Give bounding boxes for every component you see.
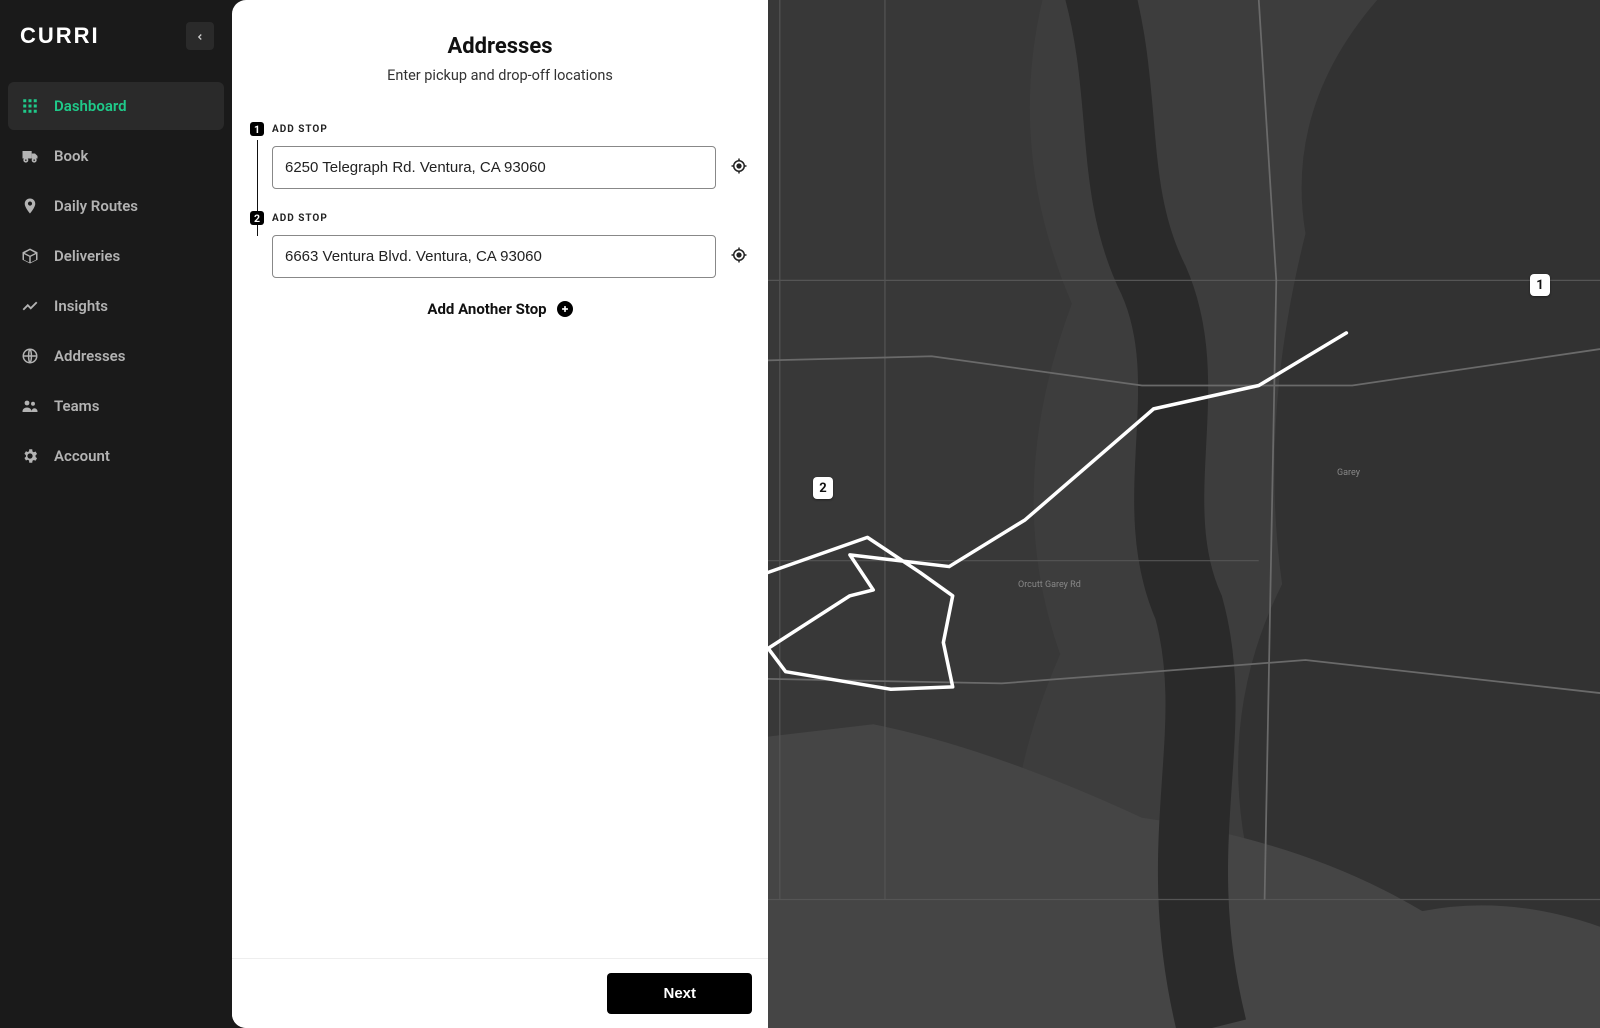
plus-circle-icon bbox=[557, 301, 573, 317]
package-icon bbox=[20, 246, 40, 266]
next-button[interactable]: Next bbox=[607, 973, 752, 1014]
sidebar-item-account[interactable]: Account bbox=[8, 432, 224, 480]
sidebar-item-insights[interactable]: Insights bbox=[8, 282, 224, 330]
chevron-left-icon bbox=[195, 27, 205, 46]
stop-2: 2 ADD STOP bbox=[250, 211, 750, 278]
main-content: Addresses Enter pickup and drop-off loca… bbox=[232, 0, 1600, 1028]
sidebar-item-teams[interactable]: Teams bbox=[8, 382, 224, 430]
map-street-label: Orcutt Garey Rd bbox=[1018, 580, 1081, 590]
sidebar-item-label: Addresses bbox=[54, 347, 125, 365]
stops-list: 1 ADD STOP 2 bbox=[232, 94, 768, 958]
stop-1: 1 ADD STOP bbox=[250, 122, 750, 189]
sidebar-item-label: Daily Routes bbox=[54, 197, 138, 215]
pin-icon bbox=[20, 196, 40, 216]
map-street-label: Garey bbox=[1337, 468, 1360, 478]
logo: CURRI bbox=[20, 23, 100, 49]
sidebar-item-label: Book bbox=[54, 147, 88, 165]
sidebar-item-deliveries[interactable]: Deliveries bbox=[8, 232, 224, 280]
people-icon bbox=[20, 396, 40, 416]
crosshair-icon bbox=[730, 246, 748, 268]
sidebar-nav: Dashboard Book Daily Routes Deliveries I bbox=[0, 82, 232, 480]
globe-icon bbox=[20, 346, 40, 366]
add-another-stop-button[interactable]: Add Another Stop bbox=[250, 300, 750, 318]
stop-2-address-input[interactable] bbox=[272, 235, 716, 278]
sidebar-collapse-button[interactable] bbox=[186, 22, 214, 50]
sidebar-item-dashboard[interactable]: Dashboard bbox=[8, 82, 224, 130]
sidebar-item-label: Account bbox=[54, 447, 110, 465]
sidebar-item-label: Teams bbox=[54, 397, 99, 415]
grid-icon bbox=[20, 96, 40, 116]
sidebar-item-book[interactable]: Book bbox=[8, 132, 224, 180]
stop-number-badge: 2 bbox=[250, 211, 264, 225]
stop-label: ADD STOP bbox=[272, 213, 328, 224]
form-footer: Next bbox=[232, 958, 768, 1028]
sidebar: CURRI Dashboard Book Daily Routes bbox=[0, 0, 232, 1028]
address-form-panel: Addresses Enter pickup and drop-off loca… bbox=[232, 0, 768, 1028]
stop-number-badge: 1 bbox=[250, 122, 264, 136]
locate-button[interactable] bbox=[728, 157, 750, 179]
stop-header: 1 ADD STOP bbox=[250, 122, 750, 136]
sidebar-item-label: Deliveries bbox=[54, 247, 120, 265]
sidebar-item-label: Insights bbox=[54, 297, 108, 315]
locate-button[interactable] bbox=[728, 246, 750, 268]
form-header: Addresses Enter pickup and drop-off loca… bbox=[232, 0, 768, 94]
sidebar-header: CURRI bbox=[0, 0, 232, 82]
map-canvas bbox=[768, 0, 1600, 1028]
sidebar-item-label: Dashboard bbox=[54, 97, 127, 115]
map-marker-2[interactable]: 2 bbox=[813, 477, 833, 499]
sidebar-item-addresses[interactable]: Addresses bbox=[8, 332, 224, 380]
crosshair-icon bbox=[730, 157, 748, 179]
map-marker-1[interactable]: 1 bbox=[1530, 274, 1550, 296]
chart-icon bbox=[20, 296, 40, 316]
add-another-label: Add Another Stop bbox=[427, 300, 546, 318]
stop-1-address-input[interactable] bbox=[272, 146, 716, 189]
sidebar-item-daily-routes[interactable]: Daily Routes bbox=[8, 182, 224, 230]
stop-header: 2 ADD STOP bbox=[250, 211, 750, 225]
page-title: Addresses bbox=[252, 34, 748, 59]
truck-icon bbox=[20, 146, 40, 166]
page-subtitle: Enter pickup and drop-off locations bbox=[252, 67, 748, 84]
gear-icon bbox=[20, 446, 40, 466]
stop-label: ADD STOP bbox=[272, 124, 328, 135]
map-panel[interactable]: 1 2 Garey Orcutt Garey Rd bbox=[768, 0, 1600, 1028]
